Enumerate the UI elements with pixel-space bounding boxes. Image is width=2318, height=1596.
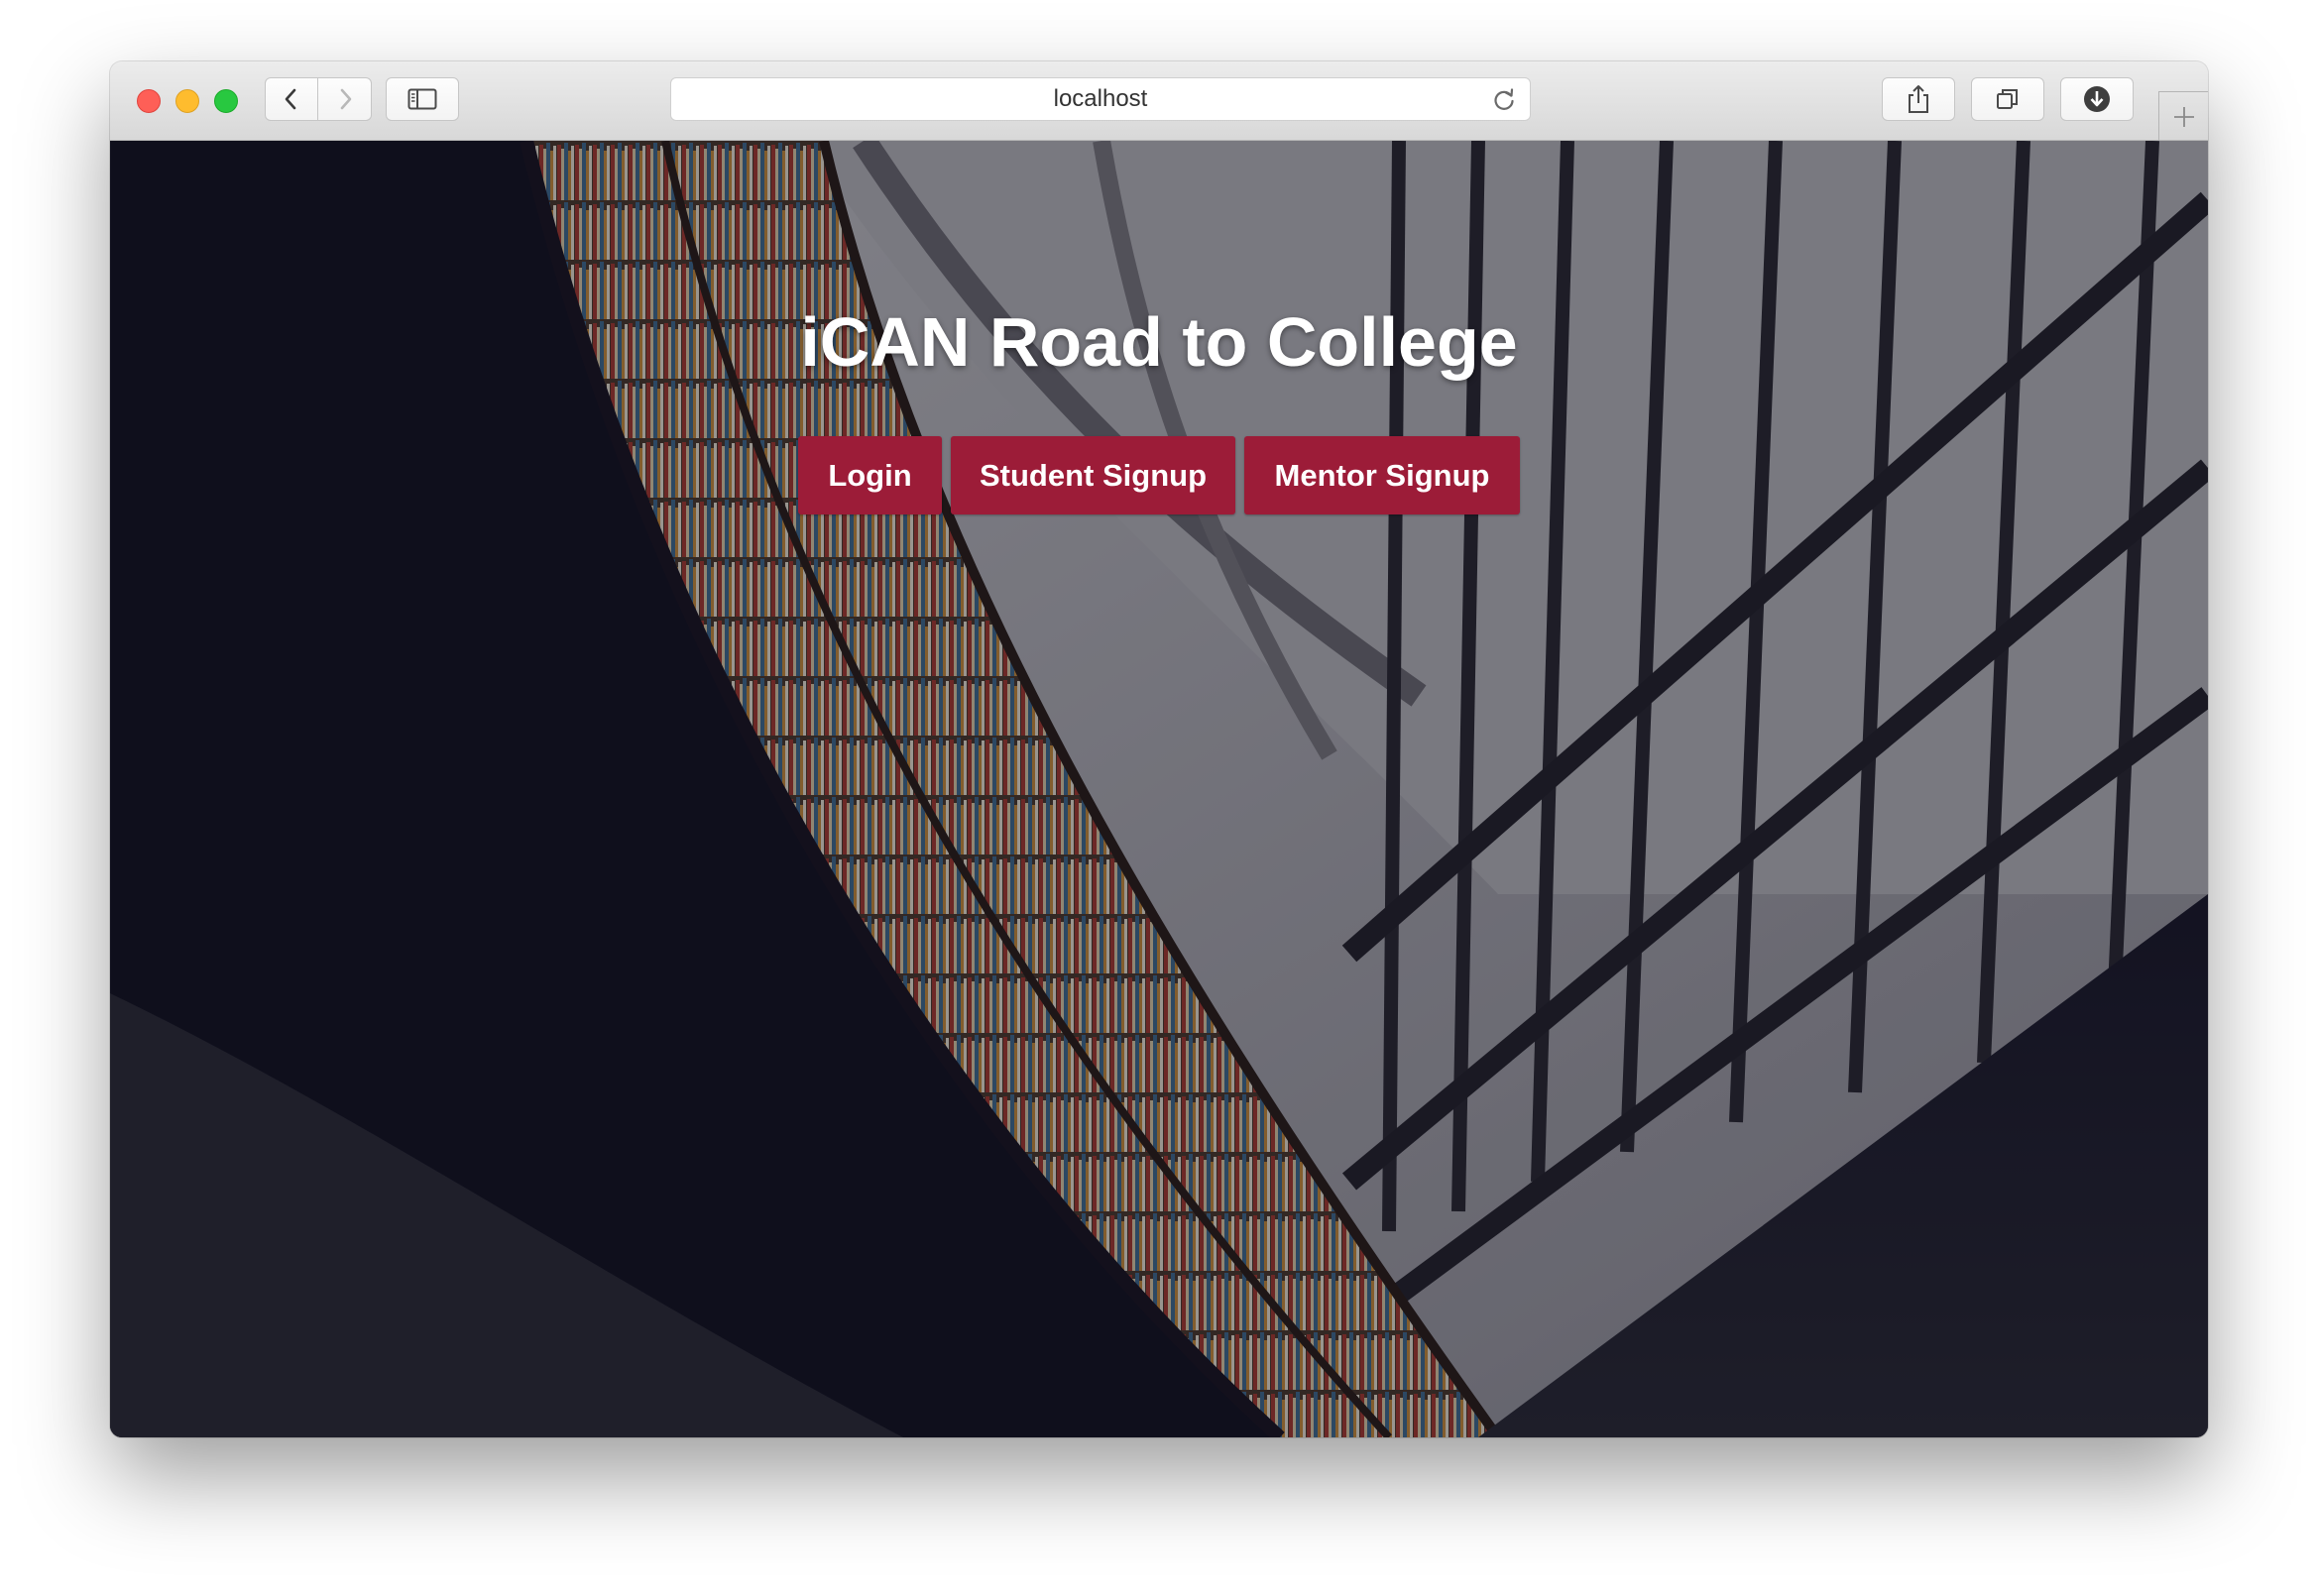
downloads-button[interactable] bbox=[2060, 77, 2134, 121]
navigation-buttons bbox=[265, 77, 372, 121]
login-button[interactable]: Login bbox=[798, 436, 942, 514]
minimize-window-button[interactable] bbox=[175, 89, 199, 113]
share-icon bbox=[1909, 85, 1928, 113]
maximize-window-button[interactable] bbox=[214, 89, 238, 113]
forward-button[interactable] bbox=[318, 77, 372, 121]
hero-button-group: Login Student Signup Mentor Signup bbox=[110, 436, 2208, 514]
chevron-right-icon bbox=[340, 88, 351, 110]
reload-icon[interactable] bbox=[1490, 86, 1518, 114]
chevron-left-icon bbox=[285, 88, 296, 110]
mentor-signup-button[interactable]: Mentor Signup bbox=[1244, 436, 1520, 514]
download-icon bbox=[2084, 86, 2110, 112]
show-tabs-button[interactable] bbox=[1971, 77, 2044, 121]
plus-icon bbox=[2173, 106, 2194, 127]
sidebar-icon bbox=[407, 88, 437, 110]
student-signup-button[interactable]: Student Signup bbox=[951, 436, 1235, 514]
address-url: localhost bbox=[1053, 85, 1148, 112]
sidebar-toggle-button[interactable] bbox=[386, 77, 459, 121]
address-bar[interactable]: localhost bbox=[670, 77, 1531, 121]
browser-toolbar: localhost bbox=[110, 61, 2208, 141]
new-tab-button[interactable] bbox=[2158, 91, 2208, 141]
close-window-button[interactable] bbox=[137, 89, 161, 113]
back-button[interactable] bbox=[265, 77, 318, 121]
hero-section: iCAN Road to College Login Student Signu… bbox=[110, 141, 2208, 1437]
browser-window: localhost iCAN Road to College Login Stu… bbox=[110, 61, 2208, 1437]
page-title: iCAN Road to College bbox=[800, 303, 1518, 381]
tabs-icon bbox=[1997, 89, 2018, 109]
share-button[interactable] bbox=[1882, 77, 1955, 121]
page-content: iCAN Road to College Login Student Signu… bbox=[110, 141, 2208, 1437]
